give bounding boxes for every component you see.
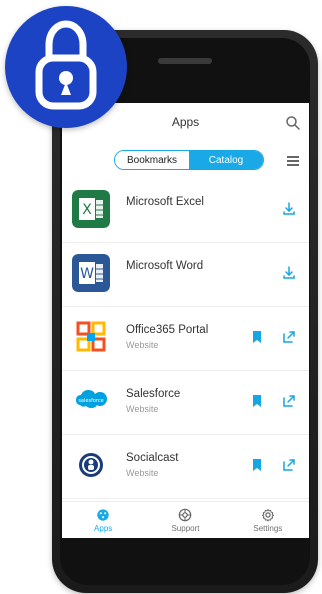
app-name: Office365 Portal	[126, 324, 209, 336]
bookmark-icon[interactable]	[249, 393, 265, 409]
nav-label-support: Support	[171, 523, 200, 533]
app-subtitle: Website	[126, 340, 159, 350]
app-name: Socialcast	[126, 452, 179, 464]
list-item[interactable]: Office365 Portal Website	[62, 307, 309, 371]
app-list: X Microsoft Excel W Microsoft Word Offic…	[62, 179, 309, 499]
svg-text:X: X	[82, 202, 92, 218]
list-item[interactable]: Socialcast Website	[62, 435, 309, 499]
salesforce-logo-text: salesforce	[78, 398, 103, 404]
settings-icon	[261, 508, 275, 522]
nav-label-settings: Settings	[253, 523, 283, 533]
list-view-icon[interactable]	[287, 155, 299, 167]
app-subtitle: Website	[126, 468, 159, 478]
office365-icon	[72, 318, 110, 356]
open-external-icon[interactable]	[281, 393, 297, 409]
app-screen: Apps Bookmarks Catalog X Microsoft Excel…	[62, 103, 309, 538]
download-icon[interactable]	[281, 201, 297, 217]
app-name: Salesforce	[126, 388, 181, 400]
app-name: Microsoft Word	[126, 260, 204, 272]
tab-bookmarks[interactable]: Bookmarks	[115, 151, 189, 169]
salesforce-icon: salesforce	[72, 382, 110, 420]
word-icon: W	[72, 254, 110, 292]
open-external-icon[interactable]	[281, 457, 297, 473]
search-icon[interactable]	[285, 115, 301, 131]
nav-label-apps: Apps	[94, 523, 113, 533]
list-item[interactable]: X Microsoft Excel	[62, 179, 309, 243]
bookmark-icon[interactable]	[249, 329, 265, 345]
app-name: Microsoft Excel	[126, 196, 204, 208]
screenshot-stage: Apps Bookmarks Catalog X Microsoft Excel…	[0, 0, 322, 594]
nav-apps[interactable]: Apps	[75, 504, 131, 536]
list-item[interactable]: W Microsoft Word	[62, 243, 309, 307]
apps-icon	[97, 508, 109, 521]
socialcast-icon	[72, 446, 110, 484]
support-icon	[179, 508, 192, 521]
phone-speaker	[158, 58, 212, 64]
excel-icon: X	[72, 190, 110, 228]
nav-support[interactable]: Support	[157, 504, 213, 536]
list-item[interactable]: salesforce Salesforce Website	[62, 371, 309, 435]
nav-settings[interactable]: Settings	[240, 504, 296, 536]
download-icon[interactable]	[281, 265, 297, 281]
padlock-icon	[9, 10, 123, 124]
open-external-icon[interactable]	[281, 329, 297, 345]
bookmark-icon[interactable]	[249, 457, 265, 473]
security-lock-badge	[5, 6, 127, 128]
app-subtitle: Website	[126, 404, 159, 414]
svg-text:W: W	[80, 266, 94, 282]
catalog-filter-row: Bookmarks Catalog	[62, 143, 309, 180]
bookmarks-catalog-segmented-control: Bookmarks Catalog	[114, 150, 264, 170]
bottom-navigation: Apps Support Settings	[62, 501, 309, 538]
tab-catalog[interactable]: Catalog	[189, 151, 263, 169]
